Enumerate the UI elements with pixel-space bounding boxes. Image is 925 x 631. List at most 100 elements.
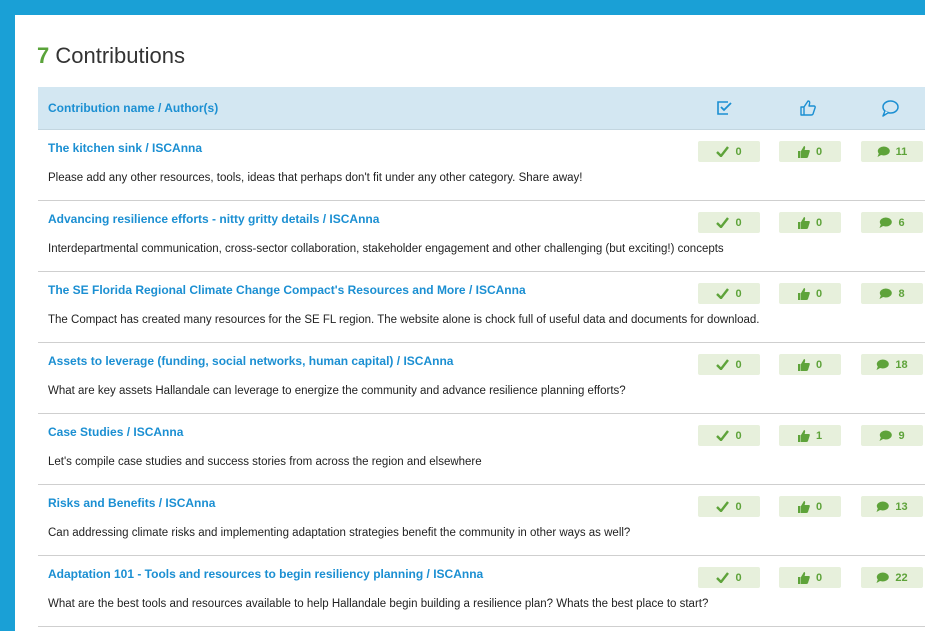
comment-icon (879, 430, 893, 441)
check-count-badge[interactable]: 0 (698, 141, 760, 162)
contribution-title-line: The SE Florida Regional Climate Change C… (48, 283, 526, 297)
contribution-description: What are the best tools and resources av… (48, 598, 709, 610)
table-row: Adaptation 101 - Tools and resources to … (38, 556, 925, 627)
like-count: 0 (815, 145, 823, 158)
check-count: 0 (735, 216, 742, 229)
check-icon (716, 501, 730, 512)
title-separator: / (123, 425, 134, 439)
comment-icon (876, 501, 890, 512)
page-title: 7 Contributions (37, 43, 185, 69)
check-icon (716, 359, 730, 370)
thumbs-up-small-icon (797, 571, 810, 584)
contribution-title-line: Advancing resilience efforts - nitty gri… (48, 212, 379, 226)
contribution-title-link[interactable]: Advancing resilience efforts - nitty gri… (48, 212, 319, 226)
check-count-badge[interactable]: 0 (698, 496, 760, 517)
check-count: 0 (735, 429, 742, 442)
like-count-badge[interactable]: 0 (779, 212, 841, 233)
comment-count-badge[interactable]: 6 (861, 212, 923, 233)
check-icon (716, 288, 730, 299)
title-separator: / (142, 141, 153, 155)
author-link[interactable]: ISCAnna (152, 141, 202, 155)
author-link[interactable]: ISCAnna (165, 496, 215, 510)
checklist-icon[interactable] (714, 98, 734, 118)
like-count-badge[interactable]: 0 (779, 567, 841, 588)
comment-count-badge[interactable]: 11 (861, 141, 923, 162)
comment-count-badge[interactable]: 18 (861, 354, 923, 375)
contribution-title-line: Case Studies / ISCAnna (48, 425, 183, 439)
comment-icon (876, 572, 890, 583)
like-count: 0 (815, 216, 823, 229)
comment-count-badge[interactable]: 13 (861, 496, 923, 517)
contribution-title-link[interactable]: Risks and Benefits (48, 496, 155, 510)
contribution-title-link[interactable]: Adaptation 101 - Tools and resources to … (48, 567, 423, 581)
comment-count: 13 (895, 500, 908, 513)
check-count: 0 (735, 145, 742, 158)
table-row: Case Studies / ISCAnna 0 1 9 Let's compi… (38, 414, 925, 485)
thumbs-up-icon[interactable] (798, 98, 818, 118)
contribution-title-line: Adaptation 101 - Tools and resources to … (48, 567, 483, 581)
check-icon (716, 572, 730, 583)
like-count-badge[interactable]: 0 (779, 354, 841, 375)
contribution-title-line: The kitchen sink / ISCAnna (48, 141, 202, 155)
contribution-title-link[interactable]: Assets to leverage (funding, social netw… (48, 354, 393, 368)
check-count-badge[interactable]: 0 (698, 354, 760, 375)
check-count-badge[interactable]: 0 (698, 283, 760, 304)
speech-bubble-icon[interactable] (880, 98, 900, 118)
contribution-list: The kitchen sink / ISCAnna 0 0 11 Please… (38, 130, 925, 627)
contribution-description: Can addressing climate risks and impleme… (48, 527, 631, 539)
comment-count: 8 (898, 287, 905, 300)
comment-icon (879, 217, 893, 228)
like-count-badge[interactable]: 0 (779, 283, 841, 304)
comment-count: 18 (895, 358, 908, 371)
table-header: Contribution name / Author(s) (38, 87, 925, 130)
contribution-title-link[interactable]: The SE Florida Regional Climate Change C… (48, 283, 466, 297)
check-icon (716, 430, 730, 441)
title-separator: / (319, 212, 330, 226)
contribution-description: The Compact has created many resources f… (48, 314, 760, 326)
check-count: 0 (735, 358, 742, 371)
like-count-badge[interactable]: 0 (779, 141, 841, 162)
contribution-description: Please add any other resources, tools, i… (48, 172, 583, 184)
comment-icon (877, 146, 890, 157)
comment-count-badge[interactable]: 8 (861, 283, 923, 304)
column-header-name-author[interactable]: Contribution name / Author(s) (38, 101, 218, 115)
contribution-title-link[interactable]: The kitchen sink (48, 141, 142, 155)
table-row: Advancing resilience efforts - nitty gri… (38, 201, 925, 272)
contribution-count: 7 (37, 43, 50, 68)
contribution-title-line: Assets to leverage (funding, social netw… (48, 354, 453, 368)
comment-count: 6 (898, 216, 905, 229)
check-count-badge[interactable]: 0 (698, 425, 760, 446)
like-count: 0 (815, 500, 823, 513)
comment-count-badge[interactable]: 22 (861, 567, 923, 588)
comment-icon (876, 359, 890, 370)
like-count: 0 (815, 571, 823, 584)
title-separator: / (393, 354, 404, 368)
contributions-panel: 7 Contributions Contribution name / Auth… (15, 15, 925, 631)
title-separator: / (423, 567, 434, 581)
thumbs-up-small-icon (797, 287, 810, 300)
author-link[interactable]: ISCAnna (433, 567, 483, 581)
check-count-badge[interactable]: 0 (698, 212, 760, 233)
contribution-description: Let's compile case studies and success s… (48, 456, 482, 468)
check-icon (716, 217, 730, 228)
comment-count-badge[interactable]: 9 (861, 425, 923, 446)
contributions-label: Contributions (55, 43, 186, 68)
like-count-badge[interactable]: 0 (779, 496, 841, 517)
author-link[interactable]: ISCAnna (403, 354, 453, 368)
check-count-badge[interactable]: 0 (698, 567, 760, 588)
check-count: 0 (735, 571, 742, 584)
author-link[interactable]: ISCAnna (476, 283, 526, 297)
thumbs-up-small-icon (797, 429, 810, 442)
thumbs-up-small-icon (797, 145, 810, 158)
contribution-title-link[interactable]: Case Studies (48, 425, 123, 439)
author-link[interactable]: ISCAnna (329, 212, 379, 226)
like-count: 0 (815, 358, 823, 371)
table-row: Risks and Benefits / ISCAnna 0 0 13 Can … (38, 485, 925, 556)
title-separator: / (155, 496, 166, 510)
comment-icon (879, 288, 893, 299)
thumbs-up-small-icon (797, 358, 810, 371)
like-count-badge[interactable]: 1 (779, 425, 841, 446)
thumbs-up-small-icon (797, 500, 810, 513)
author-link[interactable]: ISCAnna (133, 425, 183, 439)
contribution-title-line: Risks and Benefits / ISCAnna (48, 496, 215, 510)
